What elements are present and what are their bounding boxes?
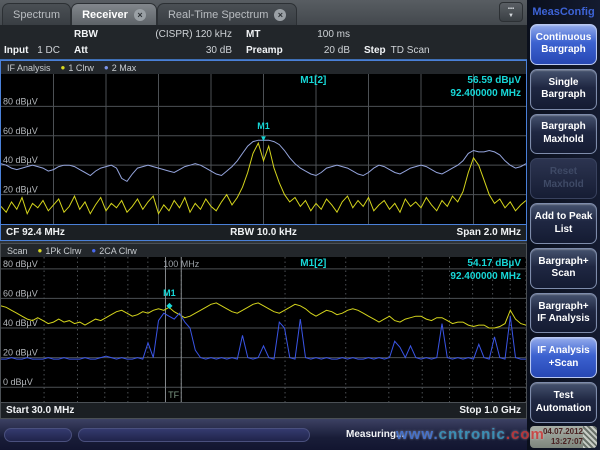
- step-setting[interactable]: Step TD Scan: [364, 45, 527, 56]
- marker-readout: 56.59 dBµV 92.400000 MHz: [450, 75, 521, 100]
- if-analysis-footer: CF 92.4 MHz RBW 10.0 kHz Span 2.0 MHz: [1, 224, 526, 240]
- if-analysis-plot[interactable]: 20 dBµV 40 dBµV 60 dBµV 80 dBµV M1 ▼ M1[2] 56…: [1, 74, 526, 224]
- svg-text:100 MHz: 100 MHz: [163, 259, 200, 269]
- trace1-legend[interactable]: ● 1Pk Clrw: [38, 246, 82, 256]
- input-setting[interactable]: Input 1 DC: [4, 45, 74, 56]
- scan-window: Scan ● 1Pk Clrw ● 2CA Clrw 0 dBµV 20 dBµV…: [0, 243, 527, 419]
- svg-text:20 dBµV: 20 dBµV: [3, 185, 38, 195]
- svg-text:80 dBµV: 80 dBµV: [3, 259, 38, 269]
- tab-receiver[interactable]: Receiver ×: [71, 3, 157, 25]
- tab-bar: Spectrum Receiver × Real-Time Spectrum ×…: [0, 0, 527, 25]
- softkey-continuous-bargraph[interactable]: Continuous Bargraph: [530, 24, 597, 65]
- if-analysis-chart: 20 dBµV 40 dBµV 60 dBµV 80 dBµV M1 ▼: [1, 74, 526, 224]
- softkey-bargraph-if-analysis[interactable]: Bargraph+ IF Analysis: [530, 293, 597, 334]
- softkey-bargraph-maxhold[interactable]: Bargraph Maxhold: [530, 114, 597, 155]
- trace1-dot-icon: ●: [61, 63, 66, 72]
- status-field-1[interactable]: [4, 428, 72, 442]
- if-analysis-window: IF Analysis ● 1 Clrw ● 2 Max 20 dBµV 40 d…: [0, 60, 527, 241]
- close-icon[interactable]: ×: [274, 9, 286, 21]
- instrument-screen: Spectrum Receiver × Real-Time Spectrum ×…: [0, 0, 600, 450]
- svg-text:40 dBµV: 40 dBµV: [3, 155, 38, 165]
- trace2-dot-icon: ●: [91, 246, 96, 255]
- svg-text:TF: TF: [168, 390, 179, 400]
- softkey-menu-title: MeasConfig: [530, 0, 597, 24]
- softkey-single-bargraph[interactable]: Single Bargraph: [530, 69, 597, 110]
- close-icon[interactable]: ×: [134, 9, 146, 21]
- mt-setting[interactable]: MT 100 ms: [246, 29, 364, 40]
- softkey-sidebar: MeasConfig Continuous BargraphSingle Bar…: [527, 0, 600, 450]
- trace2-legend[interactable]: ● 2 Max: [104, 63, 136, 73]
- marker-readout: 54.17 dBµV 92.400000 MHz: [450, 258, 521, 283]
- svg-text:M1: M1: [163, 288, 176, 298]
- svg-text:0 dBµV: 0 dBµV: [3, 377, 33, 387]
- svg-text:▼: ▼: [260, 134, 268, 143]
- svg-text:60 dBµV: 60 dBµV: [3, 288, 38, 298]
- svg-text:M1: M1: [257, 121, 270, 131]
- settings-bar: RBW (CISPR) 120 kHz MT 100 ms Input 1 DC…: [0, 25, 527, 60]
- tab-label: Spectrum: [13, 9, 60, 21]
- svg-text:60 dBµV: 60 dBµV: [3, 126, 38, 136]
- softkey-test-automation[interactable]: Test Automation: [530, 382, 597, 423]
- window-title: Scan: [7, 246, 28, 256]
- rbw-setting[interactable]: RBW (CISPR) 120 kHz: [74, 29, 246, 40]
- svg-text:40 dBµV: 40 dBµV: [3, 318, 38, 328]
- window-title: IF Analysis: [7, 63, 51, 73]
- scan-plot[interactable]: 0 dBµV 20 dBµV 40 dBµV 60 dBµV 80 dBµV 100 MH…: [1, 257, 526, 402]
- preamp-setting[interactable]: Preamp 20 dB: [246, 45, 364, 56]
- svg-text:80 dBµV: 80 dBµV: [3, 96, 38, 106]
- resize-corner-icon: [583, 426, 597, 448]
- trace1-legend[interactable]: ● 1 Clrw: [61, 63, 94, 73]
- rbw-readout: RBW 10.0 kHz: [1, 227, 526, 238]
- window-menu-button[interactable]: ▪▪▪ ▼: [499, 2, 523, 22]
- tab-label: Receiver: [82, 9, 128, 21]
- scan-footer: Start 30.0 MHz Stop 1.0 GHz: [1, 402, 526, 418]
- stop-frequency[interactable]: Stop 1.0 GHz: [459, 405, 521, 416]
- if-analysis-header: IF Analysis ● 1 Clrw ● 2 Max: [1, 61, 526, 74]
- start-frequency[interactable]: Start 30.0 MHz: [6, 405, 74, 416]
- softkey-buttons: Continuous BargraphSingle BargraphBargra…: [530, 24, 597, 423]
- svg-text:20 dBµV: 20 dBµV: [3, 348, 38, 358]
- marker-label: M1[2]: [300, 258, 326, 269]
- span-readout[interactable]: Span 2.0 MHz: [457, 227, 521, 238]
- softkey-if-analysis-scan[interactable]: IF Analysis +Scan: [530, 337, 597, 378]
- chevron-down-icon: ▼: [500, 13, 522, 20]
- softkey-bargraph-scan[interactable]: Bargraph+ Scan: [530, 248, 597, 289]
- marker-label: M1[2]: [300, 75, 326, 86]
- scan-header: Scan ● 1Pk Clrw ● 2CA Clrw: [1, 244, 526, 257]
- svg-text:◆: ◆: [166, 301, 173, 310]
- trace2-dot-icon: ●: [104, 63, 109, 72]
- tab-realtime-spectrum[interactable]: Real-Time Spectrum ×: [157, 3, 297, 25]
- softkey-reset-maxhold[interactable]: Reset Maxhold: [530, 158, 597, 199]
- trace2-legend[interactable]: ● 2CA Clrw: [91, 246, 136, 256]
- main-area: Spectrum Receiver × Real-Time Spectrum ×…: [0, 0, 527, 450]
- att-setting[interactable]: Att 30 dB: [74, 45, 246, 56]
- trace1-dot-icon: ●: [38, 246, 43, 255]
- tab-spectrum[interactable]: Spectrum: [2, 3, 71, 25]
- tab-label: Real-Time Spectrum: [168, 9, 268, 21]
- softkey-add-to-peak-list[interactable]: Add to Peak List: [530, 203, 597, 244]
- status-field-2[interactable]: [78, 428, 310, 442]
- menu-dots-icon: ▪▪▪: [500, 6, 522, 13]
- scan-chart: 0 dBµV 20 dBµV 40 dBµV 60 dBµV 80 dBµV 100 MH…: [1, 257, 526, 402]
- watermark: www.cntronic.com: [396, 426, 545, 443]
